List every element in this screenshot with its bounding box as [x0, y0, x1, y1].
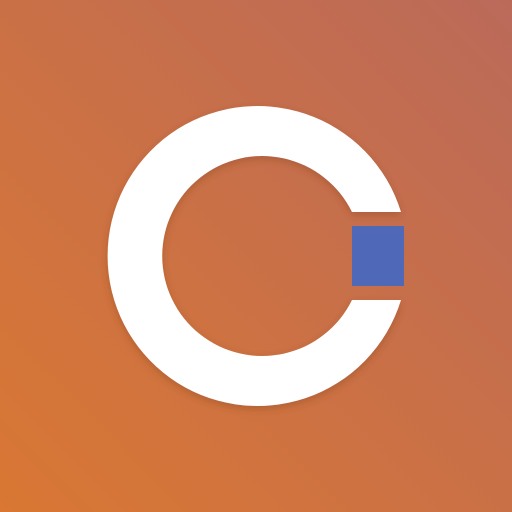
app-icon-graphic — [0, 0, 512, 512]
icon-background — [0, 0, 512, 512]
accent-block — [352, 226, 404, 286]
app-icon — [0, 0, 512, 512]
